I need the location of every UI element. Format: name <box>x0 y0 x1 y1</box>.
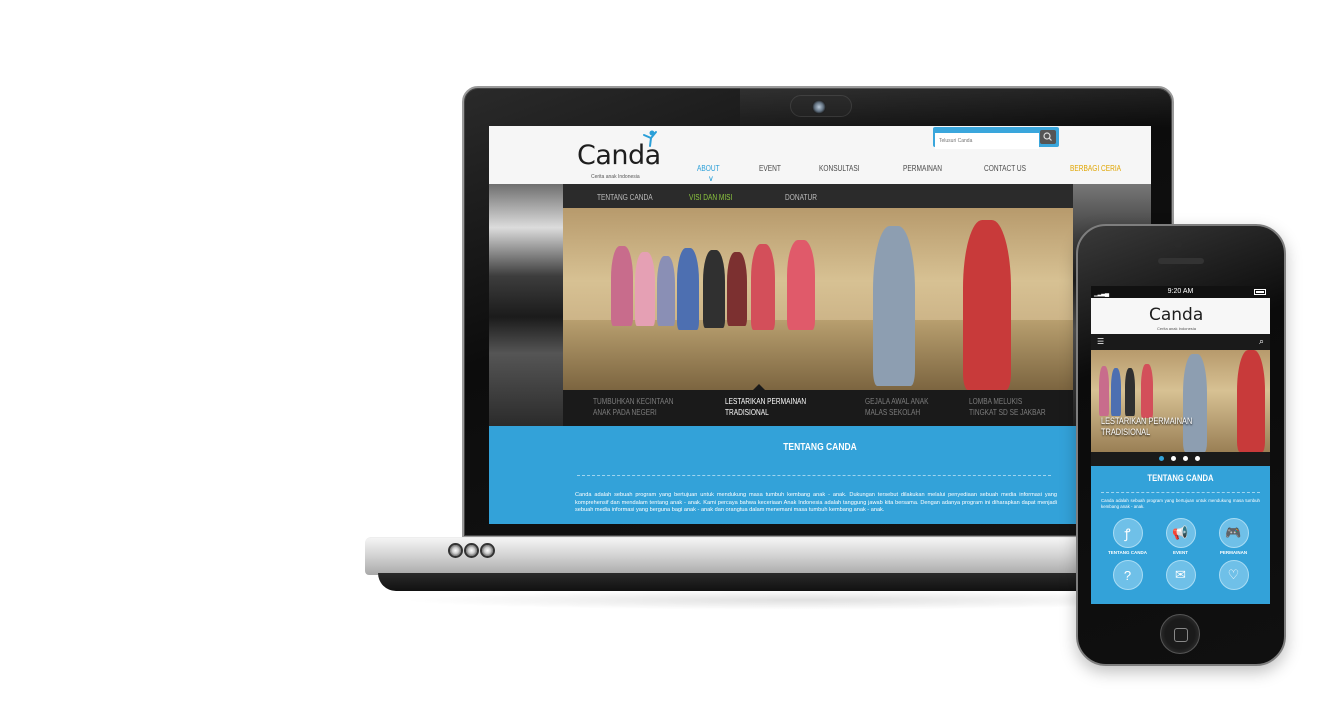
konsultasi-tile[interactable]: ? <box>1101 560 1154 598</box>
slider-dot-4[interactable] <box>1195 456 1200 461</box>
nav-konsultasi[interactable]: KONSULTASI <box>819 164 860 173</box>
nav-permainan[interactable]: PERMAINAN <box>903 164 942 173</box>
hero-caption-3[interactable]: GEJALA AWAL ANAK MALAS SEKOLAH <box>865 396 928 418</box>
phone-hero-image[interactable]: LESTARIKAN PERMAINAN TRADISIONAL <box>1091 350 1270 452</box>
figure-icon: ꝭ <box>1112 518 1143 548</box>
search-icon <box>1043 132 1052 141</box>
status-bar: ▁▂▃▄ 9:20 AM <box>1091 286 1270 298</box>
search-box <box>933 127 1059 149</box>
caption-pointer <box>753 384 765 390</box>
slider-dots <box>1091 452 1270 466</box>
logo-tagline: Cerita anak Indonesia <box>591 174 640 180</box>
slider-dot-2[interactable] <box>1171 456 1176 461</box>
camera-icon <box>1174 240 1182 248</box>
tentang-canda-tile[interactable]: ꝭ TENTANG CANDA <box>1101 518 1154 556</box>
chevron-down-icon: ∨ <box>708 174 714 183</box>
indicator-lights <box>450 545 493 556</box>
nav-contact-us[interactable]: CONTACT US <box>984 164 1026 173</box>
nav-about[interactable]: ABOUT <box>697 164 720 173</box>
search-icon[interactable]: ⌕ <box>1259 336 1264 347</box>
webcam-icon <box>812 100 826 114</box>
status-time: 9:20 AM <box>1167 288 1194 295</box>
hero-caption-4[interactable]: LOMBA MELUKIS TINGKAT SD SE JAKBAR <box>969 396 1046 418</box>
site-logo[interactable]: Canda Cerita anak Indonesia <box>577 130 661 180</box>
menu-icon[interactable]: ☰ <box>1097 338 1104 346</box>
megaphone-icon: 📢 <box>1165 518 1196 548</box>
tile-label: TENTANG CANDA <box>1108 550 1147 555</box>
tile-label: PERMAINAN <box>1219 550 1248 555</box>
battery-icon <box>1254 289 1266 295</box>
site-header: Canda Cerita anak Indonesia ABOUT EVENT … <box>489 126 1151 184</box>
hero-slider-image[interactable] <box>563 208 1073 390</box>
tile-label: EVENT <box>1172 550 1188 555</box>
heart-icon: ♡ <box>1218 560 1249 590</box>
subnav-tentang-canda[interactable]: TENTANG CANDA <box>597 193 653 202</box>
phone-header: Canda Cerita anak Indonesia <box>1091 298 1270 334</box>
about-section: TENTANG CANDA Canda adalah sebuah progra… <box>489 426 1151 524</box>
subnav-visi-dan-misi[interactable]: VISI DAN MISI <box>689 193 732 202</box>
phone-hero-caption: LESTARIKAN PERMAINAN TRADISIONAL <box>1101 416 1193 437</box>
phone-about-text: Canda adalah sebuah program yang bertuju… <box>1101 498 1260 509</box>
subnav-donatur[interactable]: DONATUR <box>785 193 817 202</box>
divider <box>1101 492 1260 493</box>
phone-about-title: TENTANG CANDA <box>1147 473 1214 483</box>
phone-about-section: TENTANG CANDA Canda adalah sebuah progra… <box>1091 466 1270 604</box>
hero-caption-2[interactable]: LESTARIKAN PERMAINAN TRADISIONAL <box>725 396 806 418</box>
ticket-icon: ✉ <box>1165 560 1196 590</box>
berbagi-ceria-tile[interactable]: ♡ <box>1207 560 1260 598</box>
search-button[interactable] <box>1040 130 1056 144</box>
figure-logo-icon <box>643 130 657 147</box>
slider-dot-3[interactable] <box>1183 456 1188 461</box>
search-input[interactable] <box>935 133 1039 149</box>
nav-berbagi-ceria[interactable]: BERBAGI CERIA <box>1070 164 1121 173</box>
about-title: TENTANG CANDA <box>783 442 857 453</box>
about-text: Canda adalah sebuah program yang bertuju… <box>575 492 1057 513</box>
side-photo-left <box>489 184 563 426</box>
phone-logo[interactable]: Canda <box>1149 305 1203 325</box>
event-tile[interactable]: 📢 EVENT <box>1154 518 1207 556</box>
sub-nav: TENTANG CANDA VISI DAN MISI DONATUR <box>563 184 1073 208</box>
hero-caption-1[interactable]: TUMBUHKAN KECINTAAN ANAK PADA NEGERI <box>593 396 673 418</box>
question-icon: ? <box>1112 560 1143 590</box>
nav-event[interactable]: EVENT <box>759 164 781 173</box>
phone-toolbar: ☰ ⌕ <box>1091 334 1270 350</box>
slider-dot-1[interactable] <box>1159 456 1164 461</box>
permainan-tile[interactable]: 🎮 PERMAINAN <box>1207 518 1260 556</box>
phone-icon-grid: ꝭ TENTANG CANDA 📢 EVENT 🎮 PERMAINAN ? ✉ … <box>1101 518 1260 598</box>
laptop-screen: Canda Cerita anak Indonesia ABOUT EVENT … <box>489 126 1151 524</box>
home-button[interactable] <box>1160 614 1200 654</box>
main-nav: ABOUT EVENT KONSULTASI PERMAINAN CONTACT… <box>697 164 1151 173</box>
phone-screen: ▁▂▃▄ 9:20 AM Canda Cerita anak Indonesia… <box>1091 286 1270 604</box>
gamepad-icon: 🎮 <box>1218 518 1249 548</box>
phone-logo-tagline: Cerita anak Indonesia <box>1157 326 1196 331</box>
hero-captions: TUMBUHKAN KECINTAAN ANAK PADA NEGERI LES… <box>563 384 1073 426</box>
phone-speaker <box>1158 258 1204 264</box>
contact-tile[interactable]: ✉ <box>1154 560 1207 598</box>
divider <box>577 475 1051 476</box>
